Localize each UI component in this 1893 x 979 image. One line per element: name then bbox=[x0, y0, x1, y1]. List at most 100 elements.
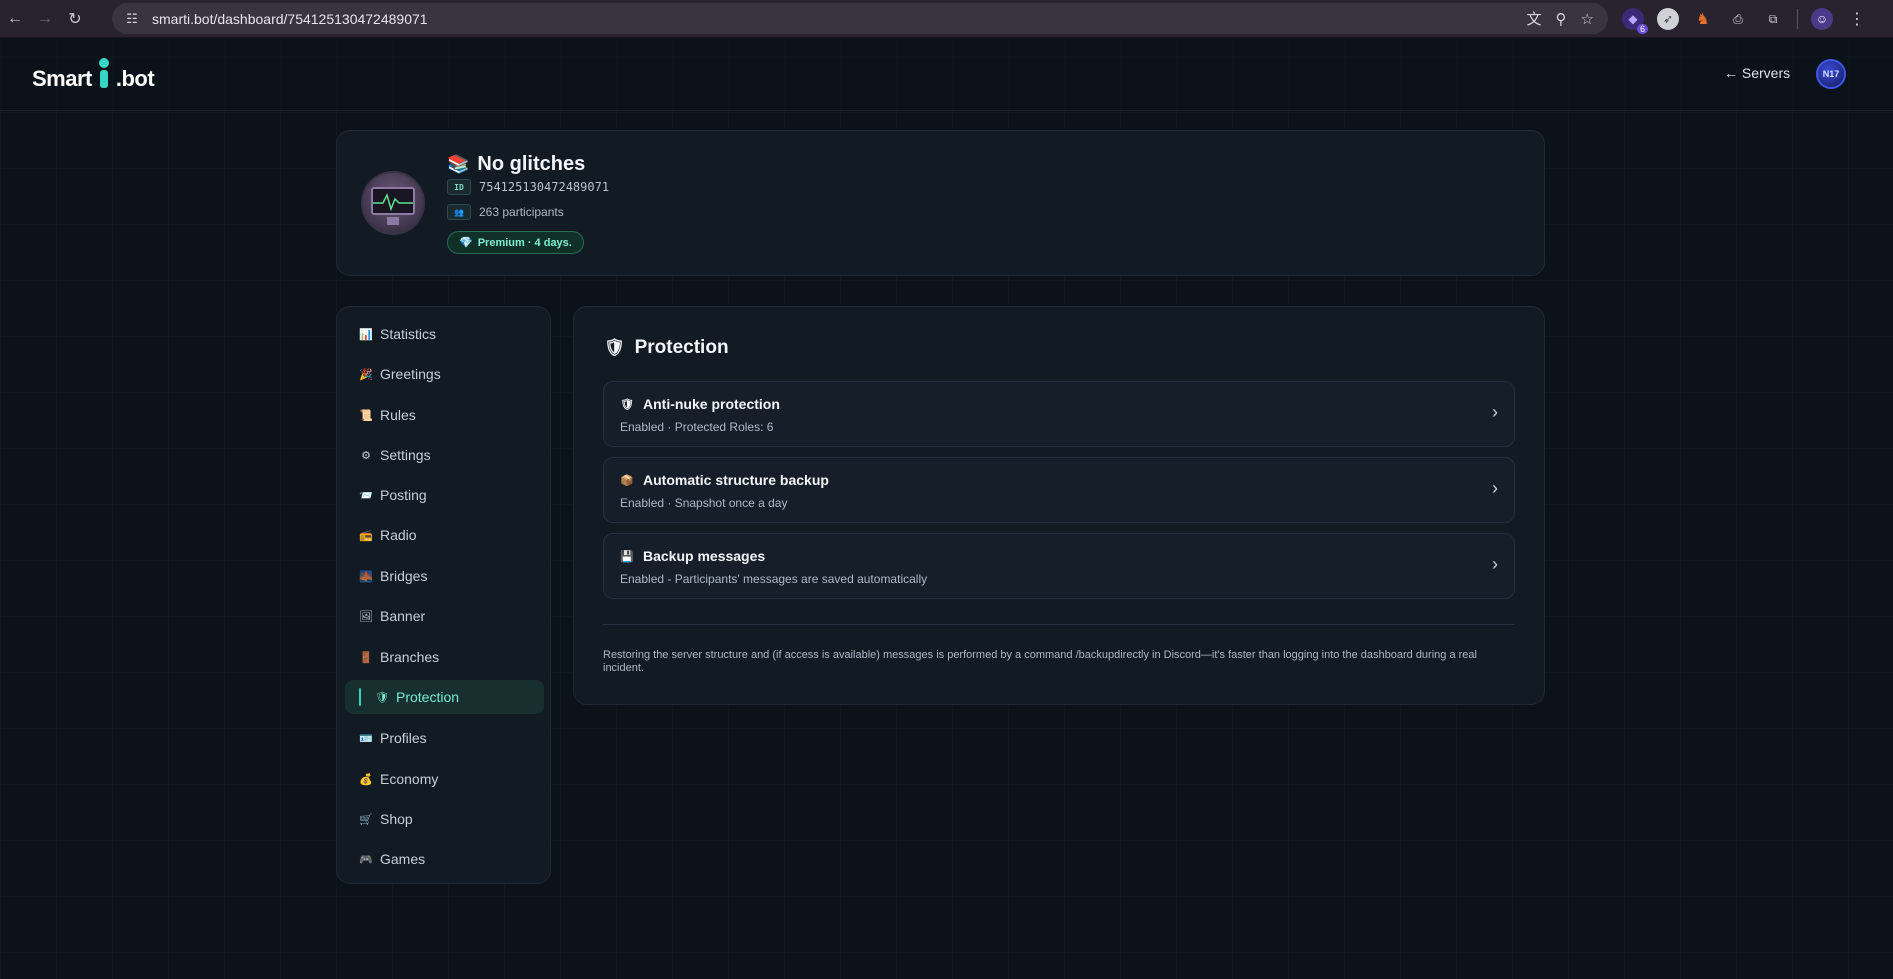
smarti-bot-logo[interactable]: Smart .bot bbox=[32, 56, 155, 92]
sidebar-item-rules[interactable]: 📜 Rules bbox=[345, 398, 544, 432]
server-id: 754125130472489071 bbox=[479, 180, 610, 194]
sidebar-item-label: Settings bbox=[380, 447, 431, 463]
server-info-card: 📚 No glitches ID 754125130472489071 👥 26… bbox=[336, 130, 1545, 276]
sidebar-item-label: Branches bbox=[380, 649, 440, 665]
sidebar-item-label: Greetings bbox=[380, 366, 441, 382]
reload-icon[interactable]: ↻ bbox=[60, 4, 90, 34]
chevron-right-icon[interactable]: › bbox=[1492, 554, 1498, 575]
sidebar-item-label: Radio bbox=[380, 527, 417, 543]
server-avatar bbox=[361, 171, 425, 235]
extension-badge: 6 bbox=[1636, 24, 1648, 34]
url-text[interactable]: smarti.bot/dashboard/754125130472489071 bbox=[152, 11, 428, 27]
bookmark-star-icon[interactable]: ☆ bbox=[1581, 10, 1594, 28]
sidebar-item-label: Economy bbox=[380, 771, 439, 787]
sidebar-item-label: Banner bbox=[380, 608, 426, 624]
extensions-puzzle-icon[interactable]: ⧉ bbox=[1762, 8, 1784, 30]
fox-extension-icon[interactable]: ♞ bbox=[1692, 8, 1714, 30]
sidebar-item-settings[interactable]: ⚙ Settings bbox=[345, 438, 544, 472]
logo-text-left: Smart bbox=[32, 66, 92, 91]
sidebar-item-radio[interactable]: 📻 Radio bbox=[345, 518, 544, 552]
backup-footnote: Restoring the server structure and (if a… bbox=[603, 649, 1477, 674]
browser-toolbar: ← → ↻ ☷ smarti.bot/dashboard/75412513047… bbox=[0, 0, 1893, 38]
premium-badge: 💎 Premium · 4 days. bbox=[447, 231, 584, 254]
package-icon: 📦 bbox=[620, 474, 634, 487]
id-card-icon: 🪪 bbox=[359, 732, 373, 745]
option-subtitle: Enabled · Protected Roles: 6 bbox=[620, 420, 774, 434]
sidebar-item-protection[interactable]: 🛡 Protection bbox=[345, 680, 544, 714]
sidebar-item-label: Games bbox=[380, 851, 426, 867]
user-avatar[interactable]: N17 bbox=[1816, 59, 1846, 89]
back-icon[interactable]: ← bbox=[0, 4, 30, 34]
shield-icon: 🛡 bbox=[620, 398, 634, 411]
cart-icon: 🛒 bbox=[359, 813, 373, 826]
sidebar-nav: 📊 Statistics 🎉 Greetings 📜 Rules ⚙ Settings … bbox=[336, 306, 551, 884]
chevron-right-icon[interactable]: › bbox=[1492, 478, 1498, 499]
sidebar-item-label: Profiles bbox=[380, 730, 427, 746]
protection-panel: 🛡 Protection 🛡 Anti-nuke protection Enabl… bbox=[573, 306, 1545, 705]
option-title: Automatic structure backup bbox=[643, 472, 829, 488]
radio-icon: 📻 bbox=[359, 529, 373, 542]
backup-messages-option[interactable]: 💾 Backup messages Enabled - Participants'… bbox=[603, 533, 1515, 599]
option-subtitle: Enabled · Snapshot once a day bbox=[620, 496, 788, 510]
translate-icon[interactable]: 文 bbox=[1527, 8, 1542, 29]
structure-backup-option[interactable]: 📦 Automatic structure backup Enabled · Sn… bbox=[603, 457, 1515, 523]
page-title: 🛡 Protection bbox=[604, 337, 729, 359]
gem-icon: 💎 bbox=[459, 237, 473, 249]
members-icon: 👥 bbox=[447, 204, 471, 220]
robot-logo-icon bbox=[94, 58, 114, 92]
chart-icon: 📊 bbox=[359, 328, 373, 341]
extension-icon[interactable]: ◆ 6 bbox=[1622, 8, 1648, 34]
scroll-icon: 📜 bbox=[359, 409, 373, 422]
forward-icon[interactable]: → bbox=[30, 4, 60, 34]
sidebar-item-label: Rules bbox=[380, 407, 416, 423]
option-title: Backup messages bbox=[643, 548, 766, 564]
books-icon: 📚 bbox=[447, 154, 470, 174]
shield-icon: 🛡 bbox=[375, 691, 389, 704]
member-count: 263 participants bbox=[479, 205, 564, 219]
menu-kebab-icon[interactable]: ⋮ bbox=[1846, 8, 1868, 30]
toolbar-divider bbox=[1797, 9, 1798, 29]
sidebar-item-label: Posting bbox=[380, 487, 427, 503]
sidebar-item-statistics[interactable]: 📊 Statistics bbox=[345, 317, 544, 351]
sidebar-item-label: Statistics bbox=[380, 326, 437, 342]
option-title: Anti-nuke protection bbox=[643, 396, 780, 412]
option-subtitle: Enabled - Participants' messages are sav… bbox=[620, 572, 928, 586]
gamepad-icon: 🎮 bbox=[359, 853, 373, 866]
premium-text: Premium · 4 days. bbox=[477, 236, 572, 249]
sidebar-item-label: Shop bbox=[380, 811, 413, 827]
id-tag: ID bbox=[447, 179, 471, 195]
profile-icon[interactable]: ☺ bbox=[1811, 8, 1833, 30]
sidebar-item-economy[interactable]: 💰 Economy bbox=[345, 762, 544, 796]
bridge-icon: 🌉 bbox=[359, 570, 373, 583]
sidebar-item-label: Bridges bbox=[380, 568, 428, 584]
site-info-icon[interactable]: ☷ bbox=[118, 11, 146, 27]
address-bar[interactable]: ☷ smarti.bot/dashboard/75412513047248907… bbox=[112, 3, 1608, 34]
anti-nuke-option[interactable]: 🛡 Anti-nuke protection Enabled · Protecte… bbox=[603, 381, 1515, 447]
server-name: No glitches bbox=[477, 153, 586, 175]
monitor-icon bbox=[371, 187, 415, 215]
logo-text-right: .bot bbox=[115, 66, 155, 91]
sidebar-item-posting[interactable]: 📨 Posting bbox=[345, 478, 544, 512]
gear-icon: ⚙ bbox=[361, 449, 371, 462]
sidebar-item-shop[interactable]: 🛒 Shop bbox=[345, 802, 544, 836]
sidebar-item-label: Protection bbox=[396, 689, 460, 705]
money-bag-icon: 💰 bbox=[359, 773, 373, 786]
divider bbox=[603, 624, 1515, 625]
sidebar-item-branches[interactable]: 🚪 Branches bbox=[345, 640, 544, 674]
servers-link[interactable]: ← Servers bbox=[1724, 65, 1790, 81]
picture-icon: 🖼 bbox=[359, 610, 373, 623]
compass-extension-icon[interactable]: ➶ bbox=[1657, 8, 1679, 30]
printer-icon[interactable]: ⎙ bbox=[1727, 8, 1749, 30]
sidebar-item-bridges[interactable]: 🌉 Bridges bbox=[345, 559, 544, 593]
sidebar-item-banner[interactable]: 🖼 Banner bbox=[345, 599, 544, 633]
door-icon: 🚪 bbox=[359, 651, 373, 664]
monitor-stand bbox=[387, 217, 399, 225]
zoom-icon[interactable]: ⚲ bbox=[1556, 10, 1567, 28]
floppy-disk-icon: 💾 bbox=[620, 550, 634, 563]
envelope-icon: 📨 bbox=[359, 489, 373, 502]
sidebar-item-profiles[interactable]: 🪪 Profiles bbox=[345, 721, 544, 755]
chevron-right-icon[interactable]: › bbox=[1492, 402, 1498, 423]
sidebar-item-games[interactable]: 🎮 Games bbox=[345, 842, 544, 876]
party-icon: 🎉 bbox=[359, 368, 373, 381]
sidebar-item-greetings[interactable]: 🎉 Greetings bbox=[345, 357, 544, 391]
